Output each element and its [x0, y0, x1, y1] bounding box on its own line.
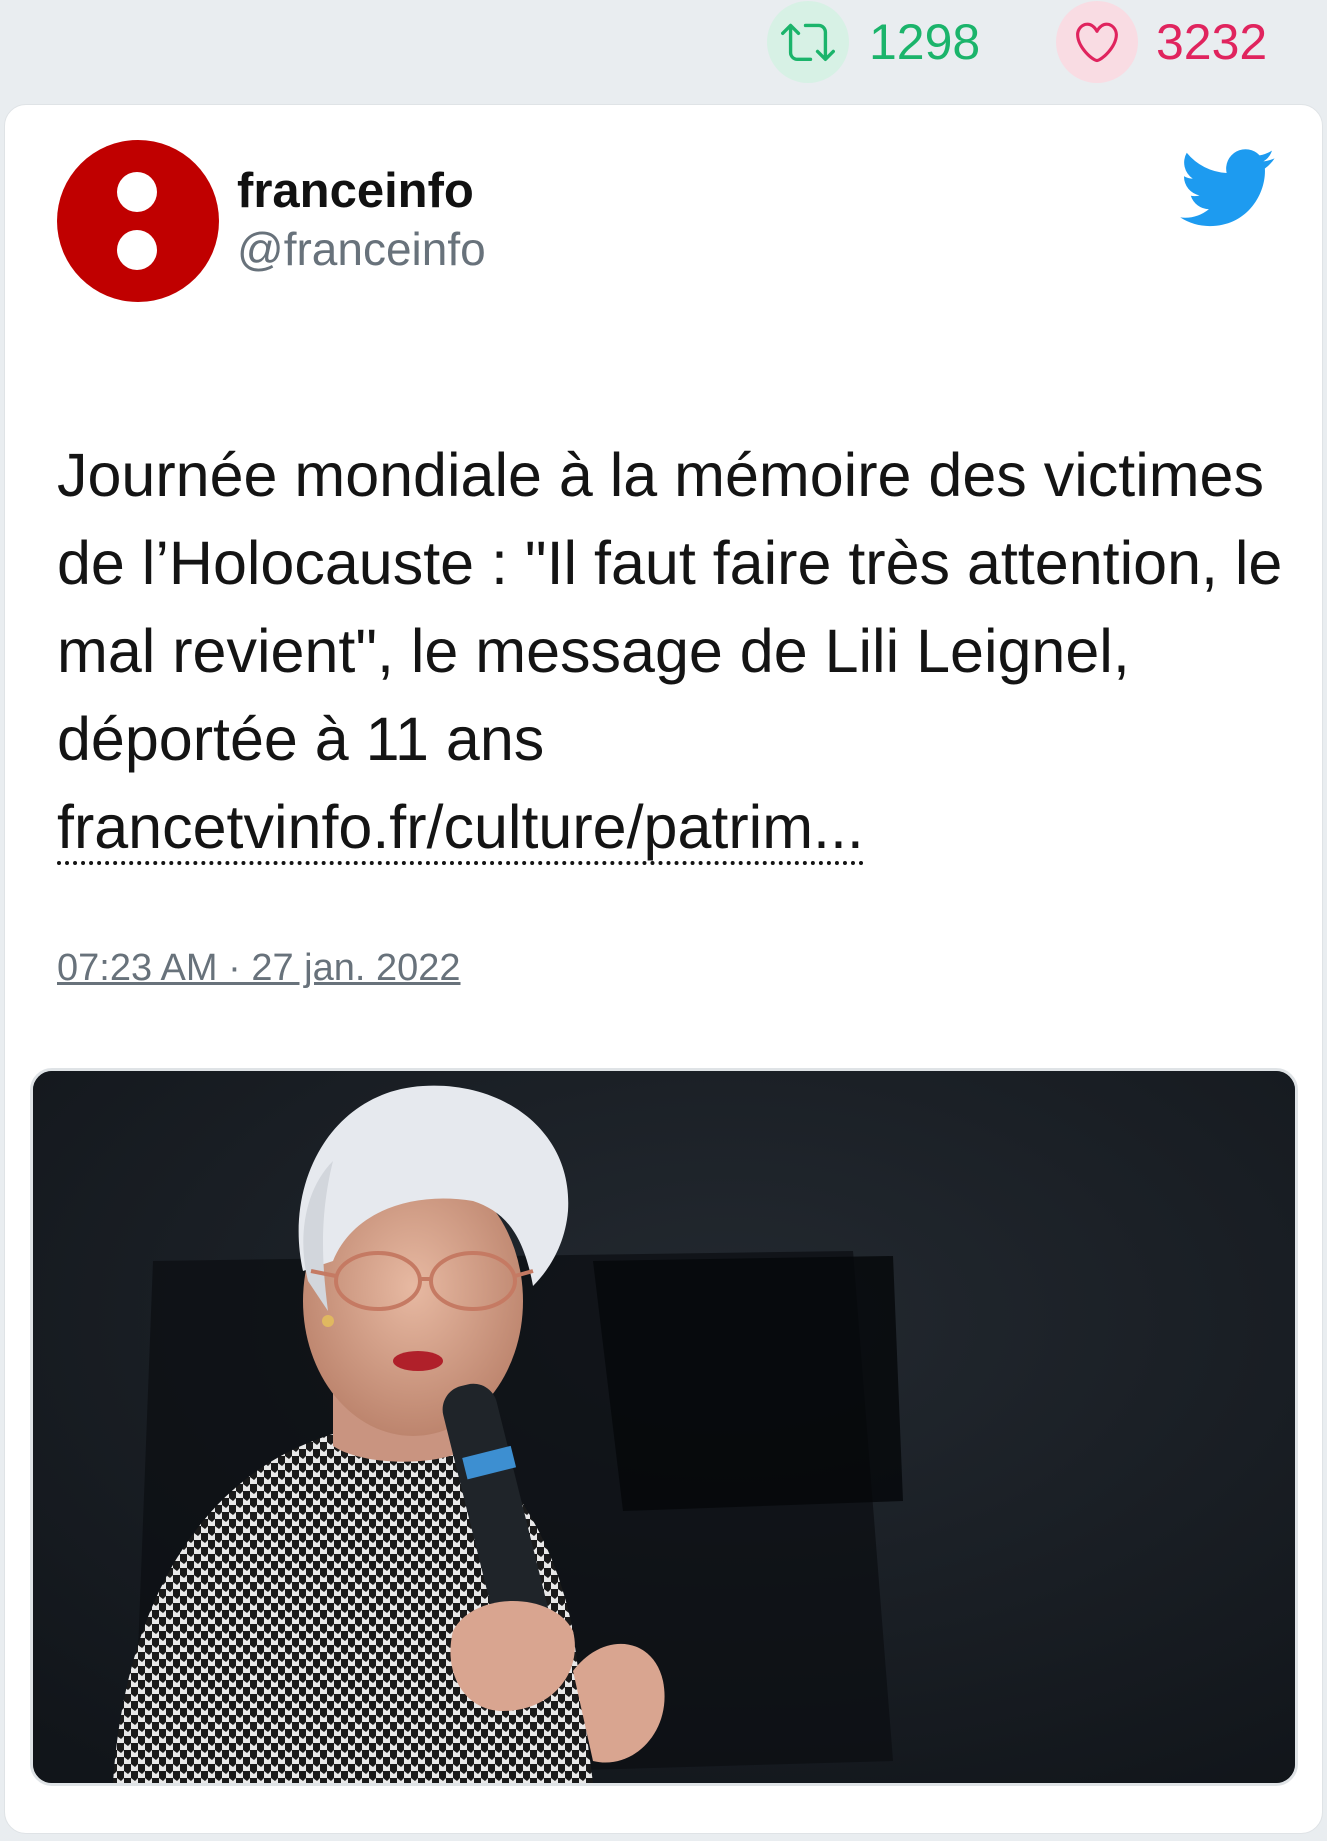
like-count: 3232 — [1156, 14, 1268, 70]
tweet-link[interactable]: francetvinfo.fr/culture/patrim... — [57, 793, 864, 865]
tweet-media-photo[interactable] — [30, 1068, 1298, 1786]
tweet-text: Journée mondiale à la mémoire des victim… — [57, 431, 1287, 871]
tweet-timestamp[interactable]: 07:23 AM · 27 jan. 2022 — [57, 947, 461, 990]
retweet-icon — [767, 1, 849, 83]
heart-icon — [1056, 1, 1138, 83]
tweet-body: Journée mondiale à la mémoire des victim… — [57, 441, 1283, 773]
photo — [33, 1071, 1295, 1783]
avatar[interactable] — [57, 140, 219, 302]
retweet-count: 1298 — [869, 14, 981, 70]
like-stat[interactable]: 3232 — [1056, 1, 1268, 83]
author-handle[interactable]: @franceinfo — [237, 224, 486, 275]
author-name[interactable]: franceinfo — [237, 164, 474, 219]
engagement-stats: 1298 3232 — [0, 0, 1327, 96]
tweet-card[interactable]: franceinfo @franceinfo Journée mondiale … — [4, 104, 1323, 1834]
avatar-logo-dot — [117, 172, 157, 212]
twitter-bird-icon[interactable] — [1180, 149, 1276, 229]
retweet-stat[interactable]: 1298 — [767, 1, 981, 83]
avatar-logo-dot — [117, 230, 157, 270]
